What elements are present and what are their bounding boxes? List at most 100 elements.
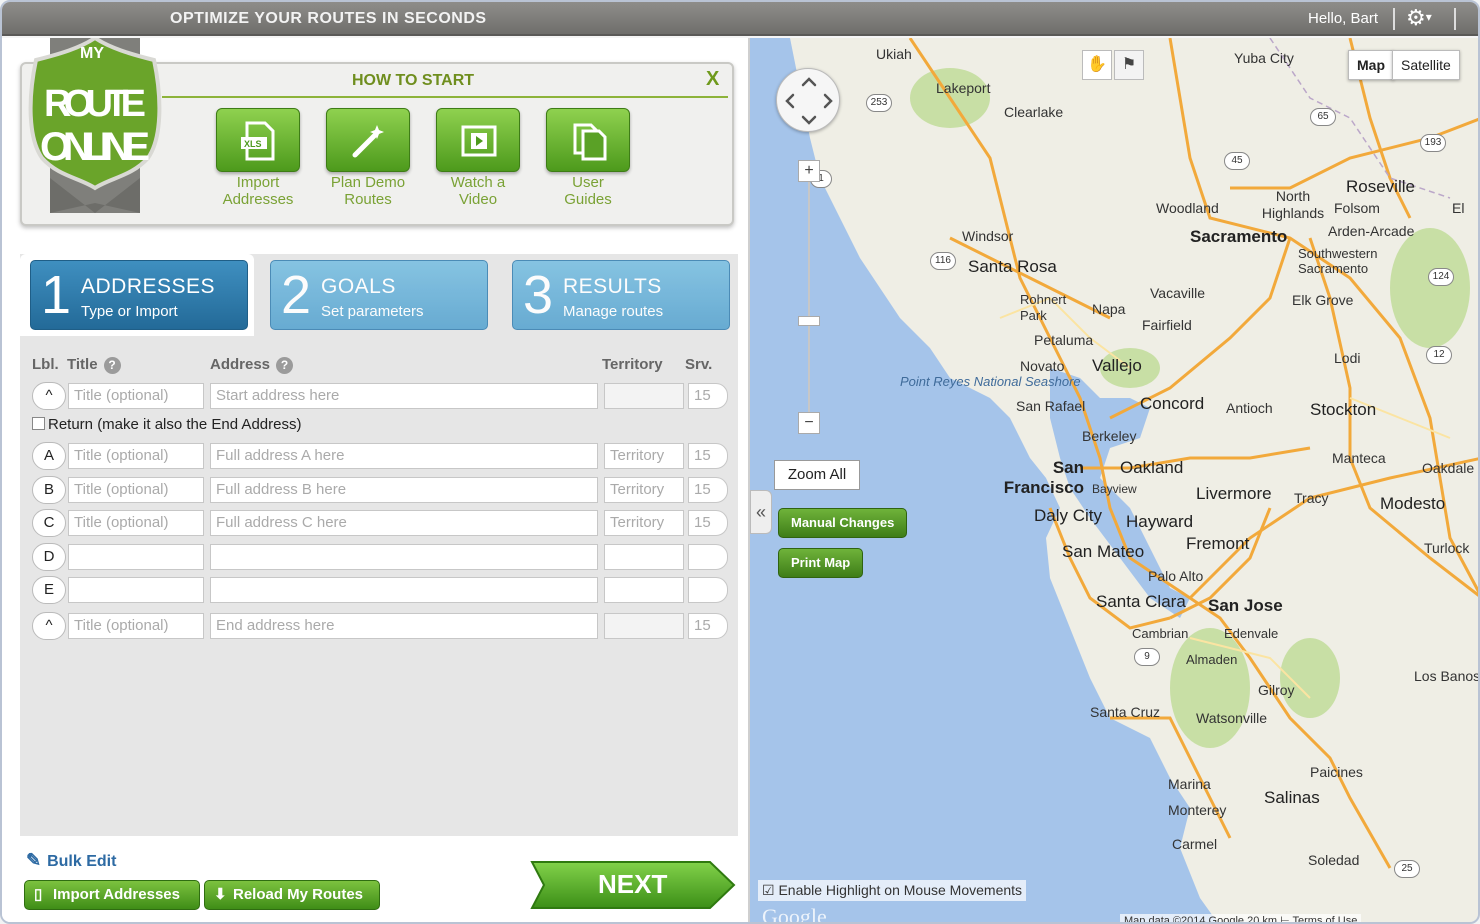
service-input[interactable]: 15 xyxy=(688,510,728,536)
service-input[interactable] xyxy=(688,544,728,570)
title-input[interactable]: Title (optional) xyxy=(68,477,204,503)
territory-input[interactable] xyxy=(604,577,684,603)
route-shield: 9 xyxy=(1134,648,1160,666)
map-view[interactable]: Ukiah Yuba City Lakeport Clearlake Rosev… xyxy=(750,38,1480,924)
row-label: C xyxy=(32,509,66,537)
reload-routes-button[interactable]: ⬇ Reload My Routes xyxy=(204,880,380,910)
title-input[interactable] xyxy=(68,577,204,603)
import-addresses-tile-button[interactable]: XLS xyxy=(216,108,300,172)
title-help-icon[interactable]: ? xyxy=(103,356,121,374)
collapse-panel-button[interactable]: « xyxy=(750,490,772,534)
import-addresses-button[interactable]: ▯ Import Addresses xyxy=(24,880,200,910)
map-type-satellite-button[interactable]: Satellite xyxy=(1392,50,1460,80)
map-label: Novato xyxy=(1020,358,1065,374)
column-header-territory: Territory xyxy=(602,356,663,373)
service-input[interactable]: 15 xyxy=(688,443,728,469)
end-address-input[interactable]: End address here xyxy=(210,613,598,639)
pan-control[interactable] xyxy=(776,68,840,132)
map-label: Clearlake xyxy=(1004,104,1064,120)
service-input[interactable]: 15 xyxy=(688,477,728,503)
address-input[interactable] xyxy=(210,577,598,603)
zoom-in-button[interactable]: + xyxy=(798,160,820,182)
map-label: Antioch xyxy=(1226,400,1273,416)
route-shield: 25 xyxy=(1394,860,1420,878)
start-address-input[interactable]: Start address here xyxy=(210,383,598,409)
svg-text:ROUTE: ROUTE xyxy=(44,83,146,125)
service-input[interactable] xyxy=(688,577,728,603)
map-label: Cambrian xyxy=(1132,626,1189,641)
plan-demo-routes-tile-button[interactable] xyxy=(326,108,410,172)
map-label: Gilroy xyxy=(1258,682,1295,698)
svg-text:MY: MY xyxy=(80,45,104,62)
svg-text:XLS: XLS xyxy=(244,139,262,149)
map-type-map-button[interactable]: Map xyxy=(1348,50,1394,80)
title-input[interactable] xyxy=(68,544,204,570)
watch-video-tile-button[interactable] xyxy=(436,108,520,172)
map-label: Windsor xyxy=(962,228,1014,244)
next-button[interactable]: NEXT xyxy=(530,860,736,910)
map-label: Monterey xyxy=(1168,802,1227,818)
zoom-slider-track[interactable] xyxy=(808,176,810,426)
map-label: Daly City xyxy=(1034,506,1103,525)
map-label: Oakdale xyxy=(1422,460,1475,476)
address-input[interactable]: Full address C here xyxy=(210,510,598,536)
checkbox-box[interactable] xyxy=(32,417,45,430)
return-checkbox[interactable]: Return (make it also the End Address) xyxy=(32,416,301,433)
google-logo: Google xyxy=(762,904,827,924)
plan-demo-routes-tile-label: Plan Demo Routes xyxy=(330,174,406,208)
highlight-checkbox[interactable]: ☑ Enable Highlight on Mouse Movements xyxy=(758,880,1027,901)
address-help-icon[interactable]: ? xyxy=(276,356,294,374)
zoom-all-button[interactable]: Zoom All xyxy=(774,460,860,490)
hand-tool-icon[interactable]: ✋ xyxy=(1082,50,1112,80)
map-label: Southwestern Sacramento xyxy=(1298,246,1378,276)
territory-input[interactable]: Territory xyxy=(604,510,684,536)
end-title-input[interactable]: Title (optional) xyxy=(68,613,204,639)
start-service-input[interactable]: 15 xyxy=(688,383,728,409)
my-route-online-logo: MY ROUTE ONLINE xyxy=(20,35,170,220)
settings-gear-icon[interactable]: ⚙▾ xyxy=(1406,5,1432,31)
map-label: Turlock xyxy=(1424,540,1470,556)
route-shield: 124 xyxy=(1428,268,1454,286)
territory-input[interactable]: Territory xyxy=(604,477,684,503)
tab-addresses[interactable]: 1 ADDRESSES Type or Import xyxy=(30,260,248,330)
bulk-edit-link[interactable]: ✎ Bulk Edit xyxy=(26,850,116,871)
table-row: E xyxy=(32,576,728,604)
edit-icon: ✎ xyxy=(26,850,42,870)
map-label: Hayward xyxy=(1126,512,1194,531)
address-input[interactable]: Full address A here xyxy=(210,443,598,469)
close-icon[interactable]: X xyxy=(706,68,719,91)
map-label: San Francisco xyxy=(1003,458,1084,497)
map-label: Salinas xyxy=(1264,788,1320,807)
manual-changes-button[interactable]: Manual Changes xyxy=(778,508,908,538)
end-service-input[interactable]: 15 xyxy=(688,613,728,639)
zoom-out-button[interactable]: − xyxy=(798,412,820,434)
map-label: El xyxy=(1452,200,1465,216)
map-attribution: Map data ©2014 Google 20 km ⊢ Terms of U… xyxy=(1120,914,1362,922)
map-label: Napa xyxy=(1092,301,1126,317)
column-header-title: Title? xyxy=(67,356,121,374)
print-map-button[interactable]: Print Map xyxy=(778,548,864,578)
map-label: Paicines xyxy=(1310,764,1363,780)
territory-input[interactable]: Territory xyxy=(604,443,684,469)
address-input[interactable]: Full address B here xyxy=(210,477,598,503)
draw-shape-icon[interactable]: ⚑ xyxy=(1114,50,1144,80)
title-input[interactable]: Title (optional) xyxy=(68,443,204,469)
tab-goals[interactable]: 2 GOALS Set parameters xyxy=(270,260,488,330)
start-title-input[interactable]: Title (optional) xyxy=(68,383,204,409)
territory-input[interactable] xyxy=(604,544,684,570)
pan-arrows-icon xyxy=(785,77,833,125)
map-label: Berkeley xyxy=(1082,428,1137,444)
address-input[interactable] xyxy=(210,544,598,570)
map-label: Ukiah xyxy=(876,46,912,62)
table-row: C Title (optional) Full address C here T… xyxy=(32,509,728,537)
map-label: San Mateo xyxy=(1062,542,1145,561)
checkbox-checked-icon[interactable]: ☑ xyxy=(762,882,775,898)
title-input[interactable]: Title (optional) xyxy=(68,510,204,536)
map-label: Modesto xyxy=(1380,494,1446,513)
user-greeting[interactable]: Hello, Bart xyxy=(1308,10,1378,27)
map-label: Los Banos xyxy=(1414,668,1480,684)
tab-results[interactable]: 3 RESULTS Manage routes xyxy=(512,260,730,330)
zoom-slider-handle[interactable] xyxy=(798,316,820,326)
user-guides-tile-button[interactable] xyxy=(546,108,630,172)
map-label: Fairfield xyxy=(1142,317,1192,333)
